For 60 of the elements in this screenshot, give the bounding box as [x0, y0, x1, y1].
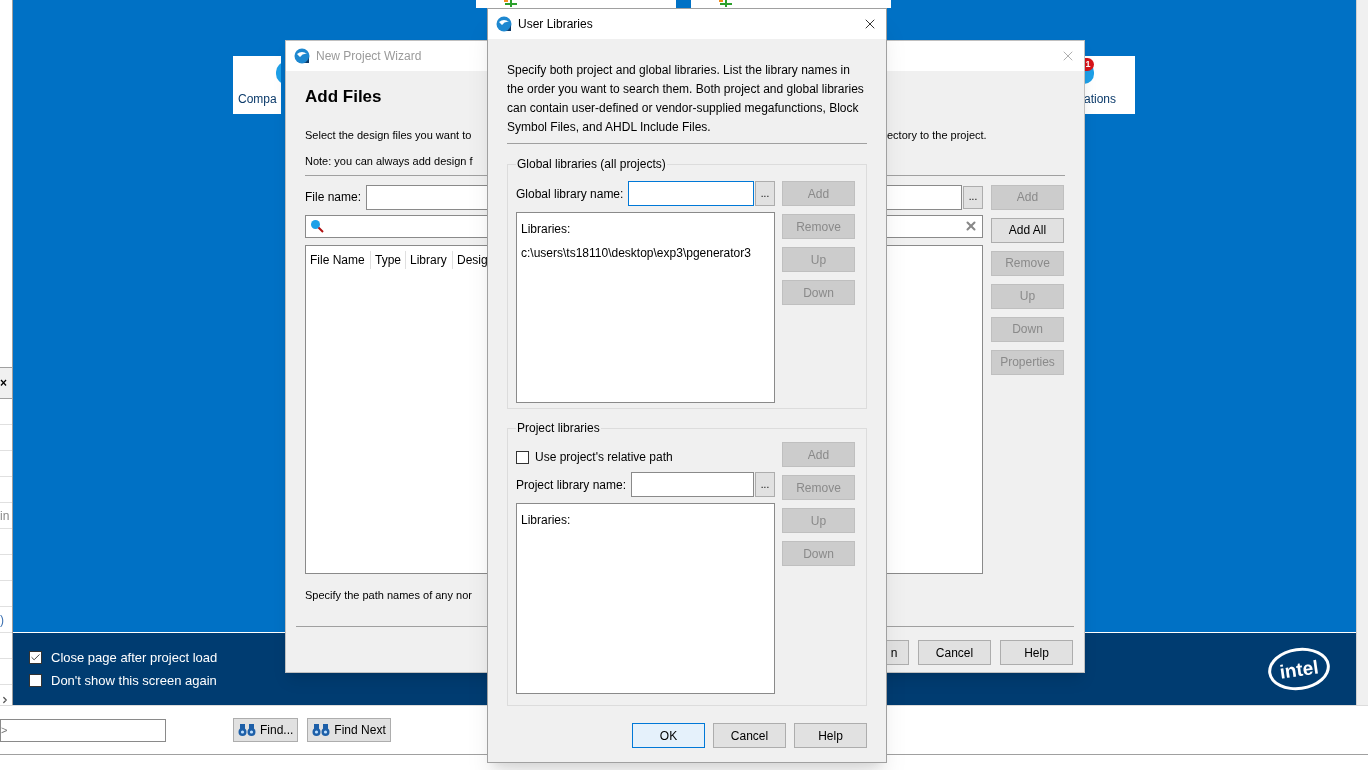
group-title: Project libraries: [516, 420, 601, 437]
field-label: Project library name:: [516, 476, 628, 494]
library-name-field[interactable]: [631, 472, 754, 497]
find-button[interactable]: Find Next: [307, 718, 391, 742]
find-button[interactable]: Find...: [233, 718, 299, 742]
app-logo-icon: [294, 48, 310, 64]
description-text: Note: you can always add design f: [305, 153, 474, 169]
checkbox-label: Use project's relative path: [535, 449, 673, 466]
row-text: ): [0, 613, 4, 626]
field-label: Global library name:: [516, 185, 625, 203]
dialog-button[interactable]: Cancel: [918, 640, 991, 665]
library-name-field[interactable]: [628, 181, 754, 206]
tile-label: Compa: [238, 91, 277, 108]
browse-button[interactable]: ...: [963, 185, 983, 209]
checkbox-label: Close page after project load: [51, 651, 218, 664]
row-text: in: [0, 509, 10, 522]
toolbar-item[interactable]: [476, 0, 676, 8]
tile-label: ations: [1084, 91, 1117, 108]
browse-button[interactable]: ...: [755, 472, 775, 497]
field-label: File name:: [305, 189, 363, 206]
column-header[interactable]: Type: [371, 251, 406, 269]
toolbar-item[interactable]: [691, 0, 891, 8]
dialog-button[interactable]: Help: [1000, 640, 1073, 665]
scroll-bar[interactable]: [1356, 0, 1368, 705]
checkbox-label: Don't show this screen again: [51, 674, 217, 687]
app-logo-icon: [496, 16, 512, 32]
checkbox[interactable]: [29, 674, 42, 687]
clear-icon[interactable]: [964, 219, 978, 233]
start-tile[interactable]: Compa: [233, 56, 281, 114]
dialog-button[interactable]: Cancel: [713, 723, 786, 748]
binoculars-icon: [238, 723, 256, 737]
find-field[interactable]: >: [0, 718, 166, 742]
browse-button[interactable]: ...: [755, 181, 775, 206]
dialog-button[interactable]: Help: [794, 723, 867, 748]
column-header[interactable]: Library: [406, 251, 453, 269]
checkbox[interactable]: [516, 450, 529, 464]
dialog-button[interactable]: OK: [632, 723, 705, 748]
start-tile[interactable]: 1 ations: [1082, 56, 1135, 114]
group-title: Global libraries (all projects): [516, 156, 667, 173]
panel-tab[interactable]: ×: [0, 367, 12, 399]
checkbox[interactable]: [29, 651, 42, 664]
column-header[interactable]: File Name: [306, 251, 371, 269]
network-icon: [504, 0, 518, 7]
close-tab-glyph[interactable]: ×: [0, 377, 7, 390]
column-header[interactable]: Desig: [453, 251, 487, 269]
page-heading: Add Files: [305, 86, 382, 108]
list-label: Libraries:: [521, 221, 572, 238]
window-title: User Libraries: [518, 16, 594, 33]
search-icon: [310, 219, 324, 233]
description-text: Select the design files you want to: [305, 127, 473, 143]
description-text: ectory to the project.: [887, 127, 988, 143]
side-button[interactable]: Add All: [991, 217, 1064, 243]
list-label: Libraries:: [521, 512, 572, 529]
network-icon: [719, 0, 733, 7]
hint-text: Specify the path names of any nor: [305, 587, 473, 603]
binoculars-icon: [312, 723, 331, 737]
scroll-right-icon[interactable]: [0, 695, 10, 705]
window-title: New Project Wizard: [316, 48, 423, 65]
library-entry[interactable]: c:\users\ts18110\desktop\exp3\pgenerator3: [521, 244, 770, 262]
description-text: Specify both project and global libraries. List the library names in the order you want to search them. Both project and global libraries can contain user-defined or vendor-supplied megafunctions, Block Symbol Files, and AHDL Include Files.: [507, 62, 865, 136]
